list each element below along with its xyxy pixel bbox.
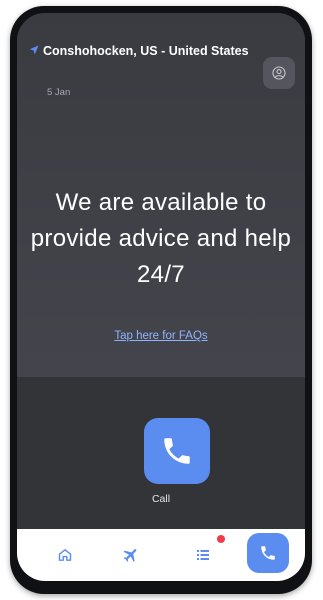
phone-icon [164, 438, 190, 464]
phone-frame: Conshohocken, US - United States 5 Jan W… [10, 6, 312, 594]
user-icon [272, 66, 286, 80]
location-row[interactable]: Conshohocken, US - United States [29, 43, 253, 59]
tab-list[interactable] [185, 537, 221, 573]
tab-flights[interactable] [113, 537, 149, 573]
call-button[interactable] [144, 418, 210, 484]
tab-call[interactable] [247, 533, 289, 573]
date-text: 5 Jan [47, 87, 71, 98]
location-text: Conshohocken, US - United States [43, 44, 249, 58]
headline: We are available to provide advice and h… [30, 189, 292, 288]
tab-home[interactable] [47, 537, 83, 573]
notification-dot [217, 535, 225, 543]
location-arrow-icon [29, 45, 39, 55]
bottom-tab-bar [17, 529, 305, 581]
call-label: Call [151, 493, 171, 505]
home-icon [58, 549, 72, 561]
phone-icon [261, 546, 275, 560]
faq-link[interactable]: Tap here for FAQs [17, 330, 305, 342]
list-icon [197, 550, 209, 560]
profile-button[interactable] [263, 57, 295, 89]
app-screen: Conshohocken, US - United States 5 Jan W… [17, 13, 305, 581]
flight-icon [123, 549, 137, 562]
